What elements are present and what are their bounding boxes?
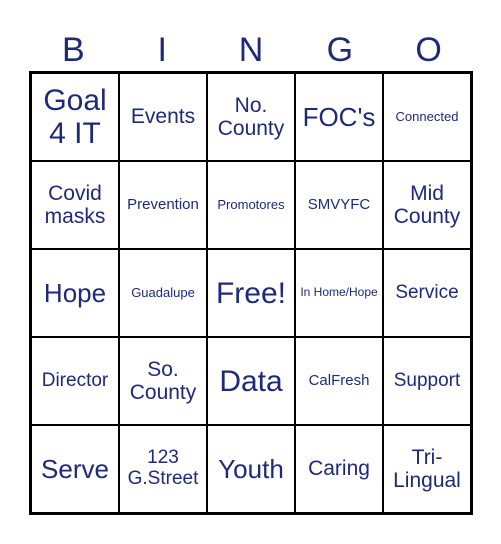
bingo-board: Goal 4 IT Events No. County FOC's Connected C… — [29, 71, 473, 515]
cell-label: FOC's — [302, 101, 376, 132]
bingo-cell-n4[interactable]: Data — [207, 337, 295, 425]
cell-label: Tri-Lingual — [393, 445, 461, 492]
bingo-cell-g5[interactable]: Caring — [295, 425, 383, 513]
bingo-cell-b5[interactable]: Serve — [31, 425, 119, 513]
header-letter-o: O — [415, 31, 442, 69]
cell-label: SMVYFC — [307, 195, 371, 213]
cell-label: Service — [395, 281, 459, 303]
cell-label: Free! — [215, 276, 287, 310]
cell-label: Caring — [308, 457, 370, 481]
cell-label: Promotores — [217, 196, 285, 212]
bingo-cell-g2[interactable]: SMVYFC — [295, 161, 383, 249]
bingo-cell-g3[interactable]: In Home/Hope — [295, 249, 383, 337]
bingo-cell-o4[interactable]: Support — [383, 337, 471, 425]
header-letter-n: N — [238, 31, 264, 69]
bingo-cell-n2[interactable]: Promotores — [207, 161, 295, 249]
cell-label: Hope — [43, 277, 107, 308]
bingo-cell-i3[interactable]: Guadalupe — [119, 249, 207, 337]
cell-label: Data — [219, 364, 283, 398]
cell-label: No. County — [217, 93, 285, 140]
cell-label: 123 G.Street — [127, 447, 199, 489]
cell-label: Connected — [395, 108, 459, 124]
bingo-cell-b3[interactable]: Hope — [31, 249, 119, 337]
bingo-cell-i1[interactable]: Events — [119, 73, 207, 161]
cell-label: In Home/Hope — [300, 285, 378, 300]
cell-label: Youth — [218, 453, 284, 484]
cell-label: Guadalupe — [131, 284, 195, 300]
cell-label: Goal 4 IT — [43, 84, 107, 150]
cell-label: So. County — [129, 357, 197, 404]
cell-label: Prevention — [127, 195, 199, 213]
cell-label: Director — [41, 369, 109, 391]
cell-label: Mid County — [393, 181, 461, 228]
bingo-cell-b2[interactable]: Covid masks — [31, 161, 119, 249]
bingo-cell-o2[interactable]: Mid County — [383, 161, 471, 249]
bingo-cell-n1[interactable]: No. County — [207, 73, 295, 161]
bingo-cell-i4[interactable]: So. County — [119, 337, 207, 425]
bingo-cell-o1[interactable]: Connected — [383, 73, 471, 161]
cell-label: Serve — [41, 453, 109, 484]
bingo-cell-i2[interactable]: Prevention — [119, 161, 207, 249]
bingo-cell-g4[interactable]: CalFresh — [295, 337, 383, 425]
bingo-cell-o5[interactable]: Tri-Lingual — [383, 425, 471, 513]
bingo-cell-b1[interactable]: Goal 4 IT — [31, 73, 119, 161]
bingo-cell-n5[interactable]: Youth — [207, 425, 295, 513]
bingo-cell-g1[interactable]: FOC's — [295, 73, 383, 161]
bingo-cell-n3[interactable]: Free! — [207, 249, 295, 337]
header-letter-g: G — [326, 31, 354, 69]
cell-label: Events — [130, 105, 196, 129]
header-letter-b: B — [62, 31, 85, 69]
cell-label: CalFresh — [308, 371, 370, 389]
bingo-cell-b4[interactable]: Director — [31, 337, 119, 425]
bingo-header: B I N G O — [29, 28, 473, 72]
cell-label: Covid masks — [44, 181, 106, 228]
bingo-cell-i5[interactable]: 123 G.Street — [119, 425, 207, 513]
cell-label: Support — [393, 369, 461, 391]
header-letter-i: I — [157, 31, 167, 69]
bingo-cell-o3[interactable]: Service — [383, 249, 471, 337]
